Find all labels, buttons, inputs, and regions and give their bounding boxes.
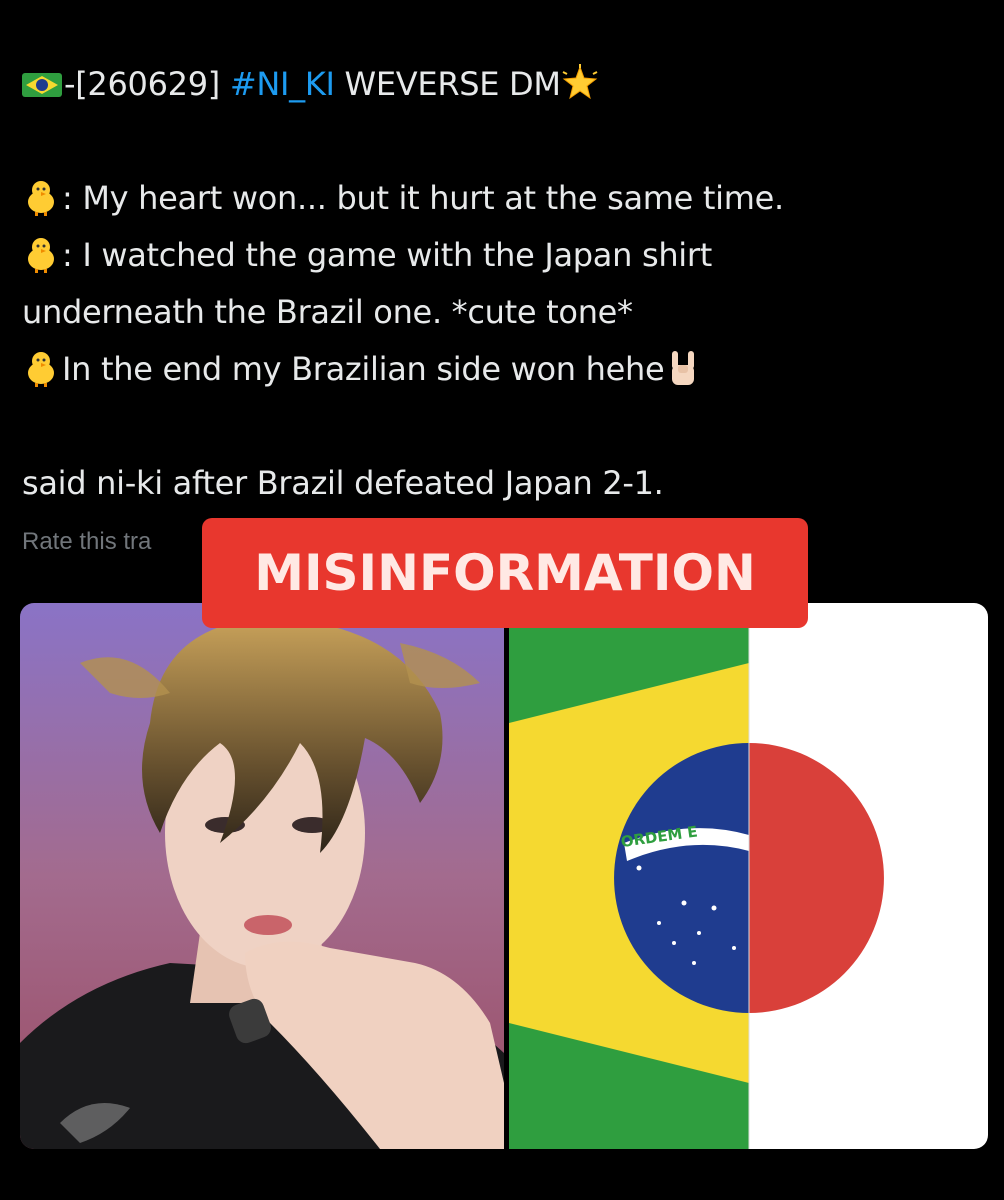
rate-translation-link[interactable]: Rate this tra xyxy=(22,528,151,556)
caption-line: said ni-ki after Brazil defeated Japan 2… xyxy=(22,455,982,512)
tweet-text: -[260629] #NI_KI WEVERSE DM : My heart w… xyxy=(22,56,982,512)
brazil-flag-icon xyxy=(22,73,62,97)
misinformation-label: MISINFORMATION xyxy=(202,518,808,628)
quote-text-2: : I watched the game with the Japan shir… xyxy=(62,236,712,274)
rock-on-hand-icon xyxy=(672,351,695,385)
niki-portrait-photo[interactable] xyxy=(20,603,504,1149)
quote-line-4: In the end my Brazilian side won hehe xyxy=(22,341,982,398)
quote-line-1: : My heart won... but it hurt at the sam… xyxy=(22,170,982,227)
quote-text-4: In the end my Brazilian side won hehe xyxy=(62,350,665,388)
baby-chick-icon xyxy=(28,238,54,273)
quote-line-3: underneath the Brazil one. *cute tone* xyxy=(22,284,982,341)
caption-text: said ni-ki after Brazil defeated Japan 2… xyxy=(22,464,664,502)
glowing-star-icon xyxy=(562,64,598,100)
quote-text-1: : My heart won... but it hurt at the sam… xyxy=(62,179,784,217)
media-attachment[interactable]: ORDEM E xyxy=(20,603,988,1149)
tweet-header-prefix: -[260629] xyxy=(64,65,230,103)
quote-text-3: underneath the Brazil one. *cute tone* xyxy=(22,293,633,331)
quote-line-2: : I watched the game with the Japan shir… xyxy=(22,227,982,284)
baby-chick-icon xyxy=(28,352,54,387)
tweet-header-line: -[260629] #NI_KI WEVERSE DM xyxy=(22,56,982,113)
baby-chick-icon xyxy=(28,181,54,216)
hashtag-link[interactable]: #NI_KI xyxy=(230,65,335,103)
brazil-japan-flag-image[interactable]: ORDEM E xyxy=(509,603,988,1149)
tweet-header-suffix: WEVERSE DM xyxy=(334,65,561,103)
